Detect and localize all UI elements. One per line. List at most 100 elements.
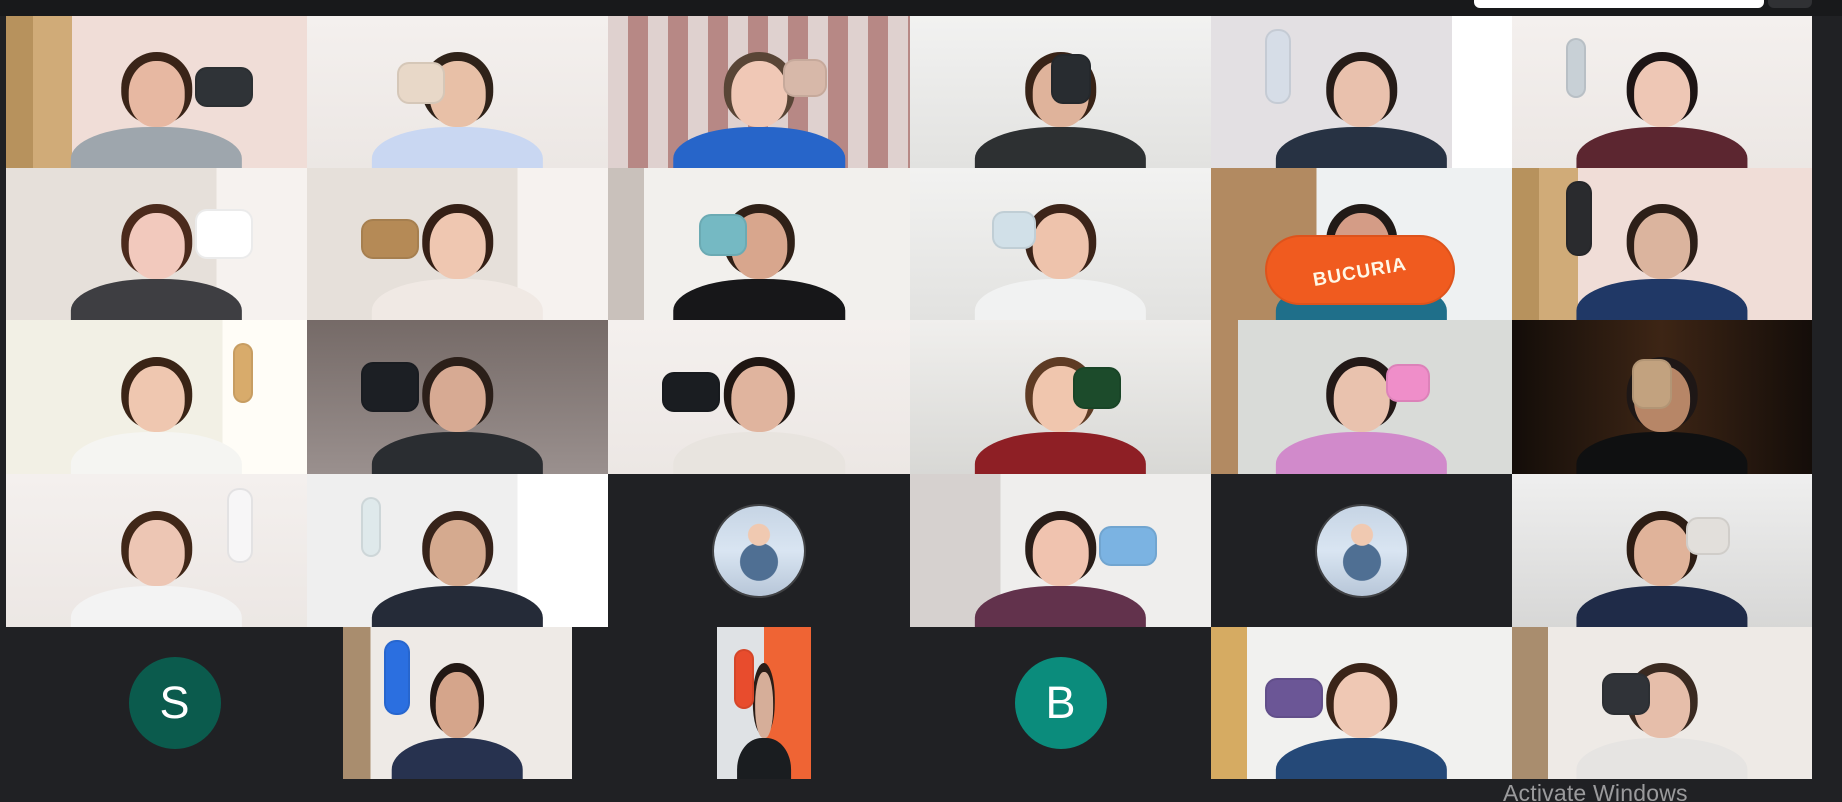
participant-video[interactable] [1211, 627, 1512, 779]
participant-face [429, 213, 486, 279]
participant-shirt [371, 126, 544, 168]
participant-person [1268, 657, 1455, 779]
held-object: BUCURIA [1265, 234, 1456, 305]
participant-video[interactable] [717, 627, 811, 779]
participant-tile[interactable]: BUCURIA [1211, 168, 1512, 320]
participant-tile[interactable] [6, 474, 307, 627]
participant-tile[interactable] [1512, 474, 1812, 627]
held-object [1602, 673, 1650, 716]
participant-tile[interactable] [1211, 474, 1512, 627]
participant-video[interactable] [608, 320, 910, 474]
held-object [1686, 517, 1730, 556]
participant-shirt [974, 585, 1147, 627]
participant-tile[interactable] [608, 474, 910, 627]
participant-face [730, 61, 788, 127]
participant-tile[interactable] [6, 320, 307, 474]
participant-video[interactable] [1512, 474, 1812, 627]
top-search-field[interactable] [1474, 0, 1764, 8]
participant-tile[interactable] [910, 474, 1211, 627]
participant-initial-avatar: S [128, 657, 221, 749]
participant-tile[interactable] [307, 168, 608, 320]
participant-shirt [371, 432, 544, 474]
participant-person [1569, 198, 1755, 320]
participant-shirt [1275, 432, 1448, 474]
participant-tile[interactable] [307, 320, 608, 474]
activate-windows-watermark: Activate Windows [1503, 780, 1688, 802]
participant-person [967, 351, 1154, 474]
participant-tile[interactable] [910, 168, 1211, 320]
participant-tile[interactable] [6, 168, 307, 320]
participant-video[interactable] [717, 627, 811, 779]
participant-shirt [974, 126, 1147, 168]
participant-person [364, 46, 551, 168]
participant-face [1333, 61, 1390, 127]
participant-video[interactable] [307, 16, 608, 168]
participant-shirt [371, 278, 544, 320]
held-object [1632, 359, 1672, 410]
participant-tile[interactable] [1512, 320, 1812, 474]
participant-video[interactable] [6, 320, 307, 474]
participant-tile[interactable] [910, 320, 1211, 474]
participant-video[interactable] [1512, 16, 1812, 168]
participant-video[interactable] [608, 168, 910, 320]
participant-tile[interactable] [1512, 168, 1812, 320]
participant-initial-avatar: B [1014, 657, 1107, 749]
participant-tile[interactable] [6, 16, 307, 168]
participant-video[interactable] [1211, 16, 1512, 168]
held-object [1050, 54, 1091, 105]
held-object [1566, 181, 1592, 257]
participant-video[interactable] [910, 16, 1211, 168]
participant-video[interactable] [608, 16, 910, 168]
participant-video[interactable] [307, 474, 608, 627]
participant-shirt [1275, 126, 1448, 168]
participant-video[interactable] [1211, 320, 1512, 474]
candy-label: BUCURIA [1311, 253, 1409, 291]
participant-tile[interactable] [608, 16, 910, 168]
participant-video[interactable]: BUCURIA [1211, 168, 1512, 320]
participant-tile[interactable] [1211, 320, 1512, 474]
held-object [194, 67, 253, 108]
participant-tile[interactable] [1211, 627, 1512, 779]
held-object [1265, 678, 1324, 719]
participant-person [1569, 657, 1755, 779]
participant-video[interactable] [1512, 627, 1812, 779]
held-object [1072, 367, 1121, 410]
participant-tile[interactable] [343, 627, 572, 779]
participant-video[interactable] [6, 474, 307, 627]
participant-video[interactable] [307, 168, 608, 320]
held-object [1566, 38, 1586, 99]
participant-video[interactable] [1512, 168, 1812, 320]
participant-tile[interactable] [572, 627, 910, 779]
participant-shirt [672, 278, 846, 320]
participant-shirt [1275, 737, 1448, 779]
participant-person [63, 351, 250, 474]
held-object [226, 487, 253, 563]
held-object [397, 62, 446, 105]
participant-tile[interactable] [307, 16, 608, 168]
participant-video[interactable] [6, 16, 307, 168]
participant-tile[interactable]: S [6, 627, 343, 779]
participant-video[interactable] [910, 474, 1211, 627]
participant-shirt [1576, 432, 1748, 474]
top-tab-button[interactable] [1768, 0, 1812, 8]
participant-tile[interactable] [307, 474, 608, 627]
held-object [194, 209, 253, 260]
participant-video[interactable] [910, 168, 1211, 320]
participant-video[interactable] [910, 320, 1211, 474]
participant-face [436, 672, 479, 738]
participant-face [1333, 365, 1390, 433]
participant-tile[interactable] [1211, 16, 1512, 168]
participant-video[interactable] [307, 320, 608, 474]
held-object [361, 362, 420, 413]
held-object [698, 214, 747, 257]
participant-shirt [1576, 278, 1748, 320]
participant-video[interactable] [1512, 320, 1812, 474]
participant-video[interactable] [343, 627, 572, 779]
participant-tile[interactable] [1512, 627, 1812, 779]
participant-video[interactable] [6, 168, 307, 320]
participant-tile[interactable] [608, 168, 910, 320]
participant-tile[interactable]: B [910, 627, 1211, 779]
participant-tile[interactable] [910, 16, 1211, 168]
participant-tile[interactable] [1512, 16, 1812, 168]
participant-tile[interactable] [608, 320, 910, 474]
